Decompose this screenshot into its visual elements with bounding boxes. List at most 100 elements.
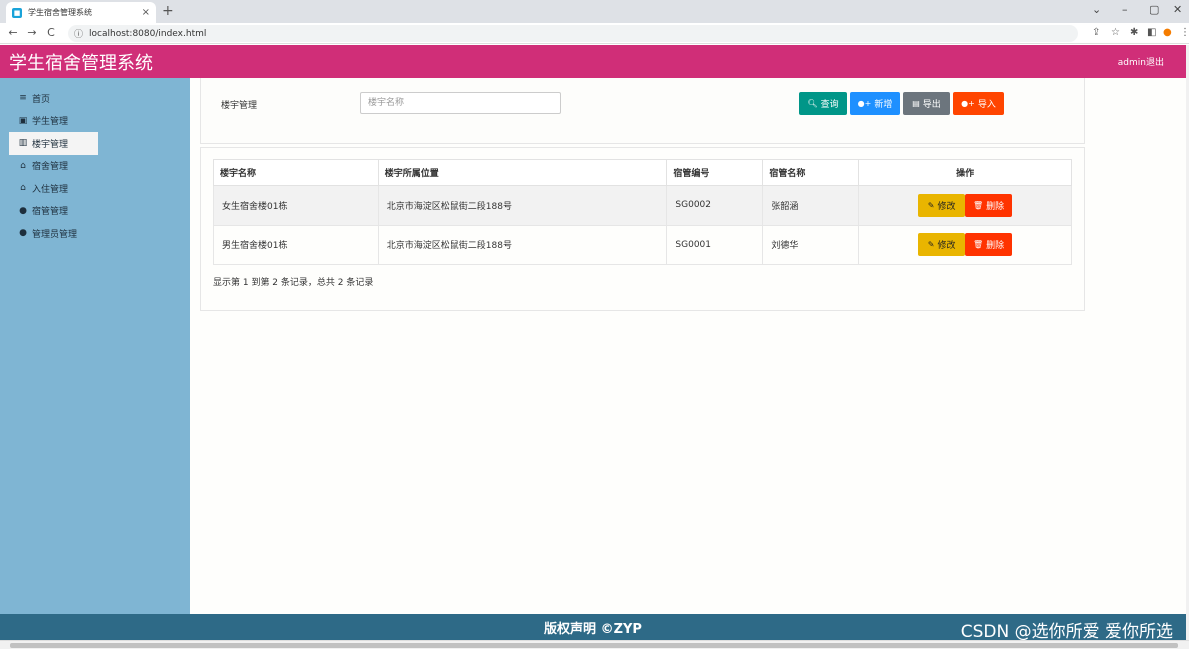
sidepanel-icon[interactable]: ◧ xyxy=(1147,27,1156,38)
sidebar-item-managers[interactable]: ● 宿管管理 xyxy=(0,200,190,223)
actions-cell: ✎ 修改 🗑︎ 删除 xyxy=(858,224,1072,265)
delete-label: 删除 xyxy=(986,201,1005,212)
actions-cell: ✎ 修改 🗑︎ 删除 xyxy=(858,185,1072,226)
reload-icon[interactable]: C xyxy=(41,26,61,39)
edit-label: 修改 xyxy=(937,241,956,252)
sidebar-item-label: 学生管理 xyxy=(32,117,69,128)
close-window-icon[interactable]: ✕ xyxy=(1173,3,1182,16)
edit-label: 修改 xyxy=(937,201,956,212)
manager-id-cell: SG0002 xyxy=(666,185,764,226)
trash-icon: 🗑︎ xyxy=(973,240,984,250)
table-row[interactable]: 男生宿舍楼01栋 北京市海淀区松鼠街二段188号 SG0001 刘德华 ✎ 修改 🗑… xyxy=(213,224,1072,265)
import-label: 导入 xyxy=(977,100,996,110)
edit-button[interactable]: ✎ 修改 xyxy=(918,193,966,217)
sidebar-item-checkin[interactable]: ⌂ 入住管理 xyxy=(0,177,190,200)
app-header: 学生宿舍管理系统 admin退出 xyxy=(0,45,1186,78)
building-icon: ▥ xyxy=(18,138,28,149)
table-row[interactable]: 女生宿舍楼01栋 北京市海淀区松鼠街二段188号 SG0002 张韶涵 ✎ 修改 🗑… xyxy=(213,185,1072,226)
sidebar-item-label: 宿管管理 xyxy=(32,207,69,218)
pencil-icon: ✎ xyxy=(927,200,935,210)
search-panel: 楼宇管理 🔍︎ 查询 ●+ 新增 ▤ 导出 ●+ 导入 xyxy=(200,78,1085,144)
tab-search-icon[interactable]: ⌄ xyxy=(1092,3,1101,16)
copyright-text: 版权声明 ©ZYP xyxy=(544,621,642,637)
search-icon: 🔍︎ xyxy=(807,99,818,108)
delete-button[interactable]: 🗑︎ 删除 xyxy=(965,193,1013,217)
sidebar-item-label: 管理员管理 xyxy=(32,229,78,240)
section-label: 楼宇管理 xyxy=(221,101,258,111)
home-icon: ⌂ xyxy=(20,183,26,194)
menu-icon: ≡ xyxy=(19,93,27,104)
profile-icon[interactable]: ● xyxy=(1163,27,1172,38)
main-content: 楼宇管理 🔍︎ 查询 ●+ 新增 ▤ 导出 ●+ 导入 楼宇名称 楼宇 xyxy=(190,78,1186,614)
building-name-cell: 女生宿舍楼01栋 xyxy=(213,185,379,226)
location-cell: 北京市海淀区松鼠街二段188号 xyxy=(377,224,668,265)
browser-tab[interactable]: ■ 学生宿舍管理系统 × xyxy=(6,2,156,23)
export-label: 导出 xyxy=(922,100,941,110)
back-icon[interactable]: ← xyxy=(3,26,23,39)
building-name-cell: 男生宿舍楼01栋 xyxy=(213,224,379,265)
import-user-icon: ●+ xyxy=(961,99,975,108)
delete-label: 删除 xyxy=(986,241,1005,252)
column-header[interactable]: 楼宇名称 xyxy=(213,159,379,186)
edit-button[interactable]: ✎ 修改 xyxy=(918,233,966,257)
share-icon[interactable]: ⇪ xyxy=(1092,27,1100,38)
horizontal-scrollbar[interactable] xyxy=(0,640,1189,649)
pagination-summary: 显示第 1 到第 2 条记录，总共 2 条记录 xyxy=(213,278,374,288)
sidebar: ≡ 首页 ▣ 学生管理 ▥ 楼宇管理 ⌂ 宿舍管理 ⌂ 入住管理 ● 宿管管理 … xyxy=(0,78,190,614)
building-name-search-input[interactable] xyxy=(360,92,561,114)
app-favicon-icon: ■ xyxy=(12,7,22,18)
delete-button[interactable]: 🗑︎ 删除 xyxy=(965,233,1013,257)
book-icon: ▣ xyxy=(18,115,28,126)
restore-icon[interactable]: ▢ xyxy=(1149,3,1159,16)
pencil-icon: ✎ xyxy=(927,240,935,250)
browser-tabstrip: ■ 学生宿舍管理系统 × + ⌄ – ▢ ✕ xyxy=(0,0,1189,23)
building-table: 楼宇名称 楼宇所属位置 宿管编号 宿管名称 操作 女生宿舍楼01栋 北京市海淀区… xyxy=(213,159,1072,265)
sidebar-item-admins[interactable]: ● 管理员管理 xyxy=(0,222,190,245)
admin-logout-link[interactable]: admin退出 xyxy=(1118,55,1164,68)
query-button[interactable]: 🔍︎ 查询 xyxy=(799,92,847,115)
location-cell: 北京市海淀区松鼠街二段188号 xyxy=(377,185,668,226)
extensions-icon[interactable]: ✱ xyxy=(1130,27,1138,38)
sidebar-item-label: 楼宇管理 xyxy=(32,139,69,150)
url-text: localhost:8080/index.html xyxy=(89,28,207,39)
file-export-icon: ▤ xyxy=(912,99,920,108)
manager-name-cell: 刘德华 xyxy=(762,224,860,265)
sidebar-item-buildings[interactable]: ▥ 楼宇管理 xyxy=(9,132,98,155)
url-field[interactable]: ⓘ localhost:8080/index.html xyxy=(68,25,1078,42)
query-label: 查询 xyxy=(820,100,839,110)
column-header: 操作 xyxy=(858,159,1072,186)
column-header[interactable]: 宿管编号 xyxy=(666,159,764,186)
manager-id-cell: SG0001 xyxy=(666,224,764,265)
browser-menu-icon[interactable]: ⋮ xyxy=(1180,27,1189,38)
add-user-icon: ●+ xyxy=(857,99,872,108)
forward-icon[interactable]: → xyxy=(22,26,42,39)
column-header[interactable]: 楼宇所属位置 xyxy=(377,159,668,186)
sidebar-item-label: 入住管理 xyxy=(32,184,69,195)
table-header-row: 楼宇名称 楼宇所属位置 宿管编号 宿管名称 操作 xyxy=(213,159,1072,186)
csdn-watermark: CSDN @选你所爱 爱你所选 xyxy=(960,622,1173,642)
tab-close-icon[interactable]: × xyxy=(142,7,150,18)
import-button[interactable]: ●+ 导入 xyxy=(953,92,1004,115)
home-icon: ⌂ xyxy=(20,160,26,171)
user-icon: ● xyxy=(19,205,27,216)
scrollbar-thumb[interactable] xyxy=(10,643,1178,648)
export-button[interactable]: ▤ 导出 xyxy=(903,92,950,115)
sidebar-item-label: 宿舍管理 xyxy=(32,162,69,173)
bookmark-star-icon[interactable]: ☆ xyxy=(1111,27,1120,38)
add-label: 新增 xyxy=(874,100,893,110)
user-icon: ● xyxy=(19,228,27,239)
column-header[interactable]: 宿管名称 xyxy=(762,159,860,186)
table-panel: 楼宇名称 楼宇所属位置 宿管编号 宿管名称 操作 女生宿舍楼01栋 北京市海淀区… xyxy=(200,147,1085,311)
new-tab-icon[interactable]: + xyxy=(162,3,174,19)
minimize-icon[interactable]: – xyxy=(1122,3,1128,16)
app-title: 学生宿舍管理系统 xyxy=(9,52,153,74)
tab-title: 学生宿舍管理系统 xyxy=(28,8,92,17)
trash-icon: 🗑︎ xyxy=(973,200,984,210)
address-bar: ← → C ⓘ localhost:8080/index.html ⇪ ☆ ✱ … xyxy=(0,23,1189,44)
sidebar-item-home[interactable]: ≡ 首页 xyxy=(0,87,190,110)
sidebar-item-students[interactable]: ▣ 学生管理 xyxy=(0,110,190,133)
sidebar-item-dorms[interactable]: ⌂ 宿舍管理 xyxy=(0,155,190,178)
add-button[interactable]: ●+ 新增 xyxy=(850,92,900,115)
site-info-icon[interactable]: ⓘ xyxy=(74,27,83,40)
sidebar-item-label: 首页 xyxy=(32,94,51,105)
